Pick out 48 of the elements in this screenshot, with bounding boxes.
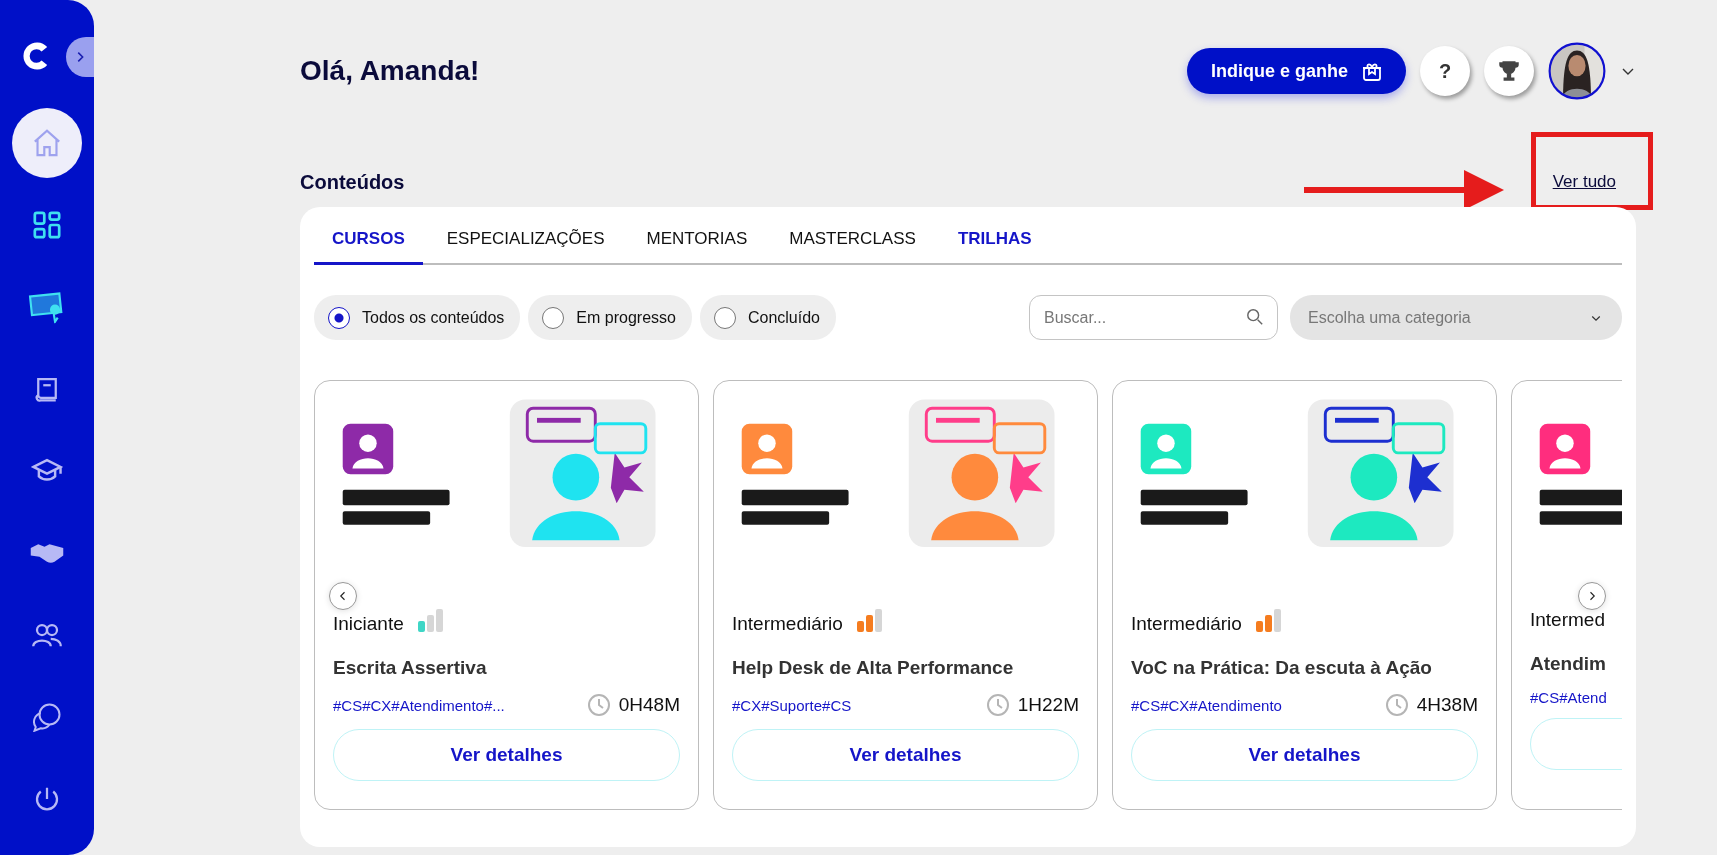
details-button[interactable]: Ver detalhes <box>333 729 680 781</box>
tag-links[interactable]: #CX#Suporte#CS <box>732 696 852 714</box>
clock-icon <box>586 693 611 717</box>
people-icon <box>30 621 64 649</box>
tab[interactable]: TRILHAS <box>939 215 1050 265</box>
course-title: VoC na Prática: Da escuta à Ação <box>1131 657 1433 679</box>
tag-links[interactable]: #CS#CX#Atendimento#... <box>333 696 505 714</box>
course-title: Help Desk de Alta Performance <box>732 657 1015 679</box>
duration: 4H38M <box>1416 694 1478 716</box>
duration: 0H48M <box>618 694 680 716</box>
filter-option[interactable]: Todos os conteúdos <box>314 295 521 340</box>
category-select[interactable]: Escolha uma categoria <box>1290 295 1622 340</box>
filter-label: Em progresso <box>576 308 676 327</box>
radio-button[interactable] <box>328 306 350 329</box>
duration: 1H22M <box>1017 694 1079 716</box>
search-field[interactable]: Buscar... <box>1029 295 1278 340</box>
expand-button[interactable] <box>66 37 94 77</box>
details-button[interactable]: Ver detalhes <box>1131 729 1478 781</box>
tab[interactable]: ESPECIALIZAÇÕES <box>428 215 623 265</box>
level-label: Intermediário <box>1131 613 1242 635</box>
trophy-icon <box>1496 58 1522 84</box>
search-icon <box>1246 308 1264 326</box>
tab[interactable]: MASTERCLASS <box>771 215 934 265</box>
level-label: Intermediário <box>732 613 843 635</box>
level-label: Iniciante <box>333 613 404 635</box>
tab[interactable]: CURSOS <box>314 215 423 265</box>
referral-button[interactable]: Indique e ganhe <box>1187 48 1406 94</box>
dashboard-icon <box>30 208 64 242</box>
section-title: Conteúdos <box>300 170 405 194</box>
trophy-button[interactable] <box>1484 46 1534 96</box>
radio-button[interactable] <box>713 306 736 329</box>
tag-links[interactable]: #CS#CX#Atendimento <box>1131 696 1282 714</box>
clock-icon <box>985 693 1010 717</box>
filter-label: Todos os conteúdos <box>362 308 505 327</box>
tab[interactable]: MENTORIAS <box>628 215 766 265</box>
course-title: Escrita Assertiva <box>333 657 488 679</box>
filter-option[interactable]: Em progresso <box>528 295 692 340</box>
tag-links[interactable]: #CS#Atend <box>1530 689 1607 706</box>
radio-button[interactable] <box>542 306 565 329</box>
clock-icon <box>1384 693 1409 717</box>
filter-label: Concluído <box>747 308 820 327</box>
help-button[interactable]: ? <box>1420 46 1470 96</box>
greeting: Olá, Amanda! <box>300 55 480 87</box>
details-button[interactable]: Ver detalhes <box>732 729 1079 781</box>
level-label: Intermed <box>1530 609 1605 631</box>
filter-option[interactable]: Concluído <box>699 295 836 340</box>
course-title: Atendim <box>1530 653 1607 675</box>
see-all-link[interactable]: Ver tudo <box>1552 172 1616 191</box>
